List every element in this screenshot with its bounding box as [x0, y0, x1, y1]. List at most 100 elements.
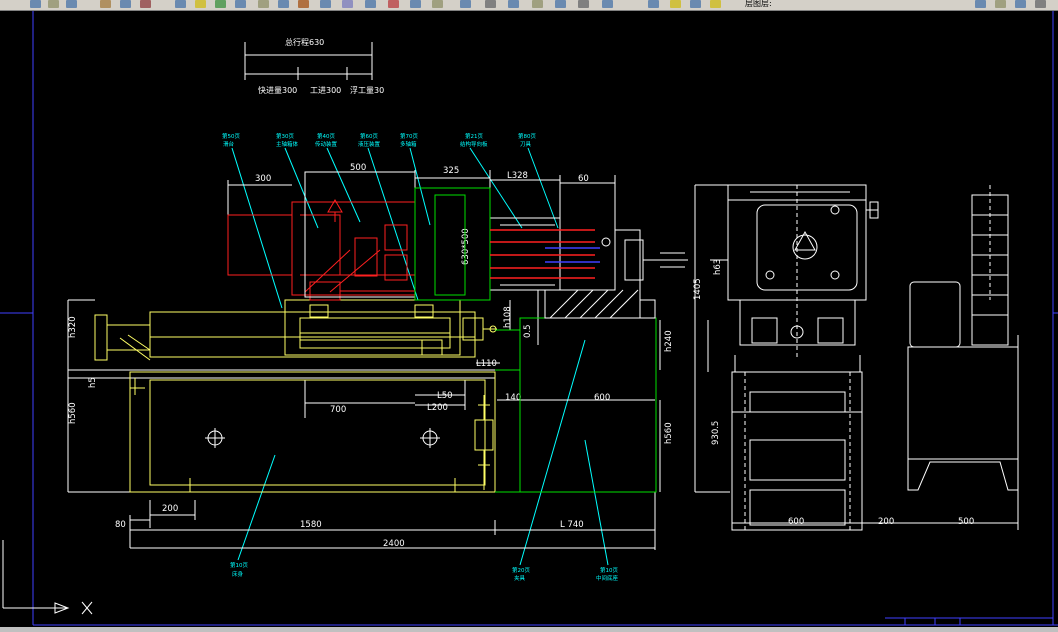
callout-name: 传动装置: [315, 140, 338, 148]
multi-axle-box: [414, 187, 657, 493]
callout-num: 第80页: [518, 132, 536, 140]
dim-h560-left: h560: [68, 402, 78, 424]
callout-num: 第21页: [465, 132, 483, 140]
callout-num: 第20页: [512, 566, 530, 574]
toolbar-tool-icon[interactable]: [175, 0, 186, 8]
toolbar-tool-icon[interactable]: [532, 0, 543, 8]
callout-num: 第30页: [276, 132, 294, 140]
callout-name: 刀具: [520, 141, 532, 148]
toolbar-tool-icon[interactable]: [365, 0, 376, 8]
toolbar-tool-icon[interactable]: [120, 0, 131, 8]
toolbar-tool-icon[interactable]: [975, 0, 986, 8]
dim-930.5: 930.5: [711, 421, 721, 445]
callout-name: 夹具: [514, 574, 526, 582]
dim-h560-right: h560: [664, 422, 674, 444]
toolbar-tool-icon[interactable]: [578, 0, 589, 8]
dim-80: 80: [115, 520, 126, 530]
toolbar-tool-icon[interactable]: [195, 0, 206, 8]
toolbar-tool-icon[interactable]: [1015, 0, 1026, 8]
dim-325: 325: [443, 166, 459, 176]
dim-h63: h63: [713, 259, 723, 275]
dim-600-side: 600: [788, 517, 804, 527]
callout-name: 结构导向板: [460, 140, 488, 148]
toolbar-tool-icon[interactable]: [388, 0, 399, 8]
toolbar-tool-icon[interactable]: [1035, 0, 1046, 8]
power-head: [227, 199, 416, 301]
dim-1405: 1405: [693, 278, 703, 300]
dim-200-side: 200: [878, 517, 894, 527]
reverse-label: 浮工量30: [350, 85, 384, 95]
toolbar-tool-icon[interactable]: [235, 0, 246, 8]
toolbar-tool-icon[interactable]: [410, 0, 421, 8]
callout-num: 第70页: [400, 132, 418, 140]
toolbar-tool-icon[interactable]: [258, 0, 269, 8]
toolbar-tool-icon[interactable]: [48, 0, 59, 8]
dim-h320: h320: [68, 316, 78, 338]
bed-bolt-holes: [205, 428, 440, 448]
callout-num: 第40页: [317, 132, 335, 140]
toolbar-tool-icon[interactable]: [648, 0, 659, 8]
toolbar-tool-icon[interactable]: [508, 0, 519, 8]
toolbar-tool-icon[interactable]: [66, 0, 77, 8]
dim-700: 700: [330, 405, 346, 415]
toolbar-tool-icon[interactable]: [670, 0, 681, 8]
toolbar-tool-icon[interactable]: [342, 0, 353, 8]
callout-name: 床身: [232, 570, 244, 578]
ucs-axis-icon: [2, 540, 93, 615]
hydraulic-station: [907, 194, 1019, 530]
callout-name: 主轴箱体: [276, 140, 299, 148]
toolbar-tool-icon[interactable]: [140, 0, 151, 8]
layer-label: 层图层:: [745, 0, 772, 8]
slide-table: [94, 299, 497, 361]
callout-name: 滑台: [223, 140, 235, 148]
dim-l328: L328: [507, 171, 528, 181]
toolbar-tool-icon[interactable]: [555, 0, 566, 8]
toolbar-tool-icon[interactable]: [278, 0, 289, 8]
toolbar-tool-icon[interactable]: [432, 0, 443, 8]
total-stroke-label: 总行程630: [285, 37, 324, 47]
status-strip: [0, 627, 1058, 632]
callout-num: 第60页: [360, 132, 378, 140]
dim-1580: 1580: [300, 520, 322, 530]
tool-spindles: [490, 229, 595, 279]
toolbar-tool-icon[interactable]: [298, 0, 309, 8]
toolbar-tool-icon[interactable]: [995, 0, 1006, 8]
callout-name: 多轴箱: [400, 140, 417, 148]
stroke-dimension-diagram: [244, 42, 373, 80]
main-view-dimension-texts: 300 500 325 L328 60 h560 h320 h5 L110 h1…: [68, 163, 674, 549]
side-view-centerlines: [744, 185, 991, 530]
toolbar-tool-icon[interactable]: [690, 0, 701, 8]
cad-toolbar: 层图层:: [0, 0, 1058, 11]
work-feed-label: 工进300: [310, 86, 341, 95]
callout-num: 第10页: [230, 561, 248, 569]
callout-num: 第50页: [222, 132, 240, 140]
dim-500-side: 500: [958, 517, 974, 527]
dim-200: 200: [162, 504, 178, 514]
clamp-fixture: [544, 229, 688, 319]
dim-2400: 2400: [383, 539, 405, 549]
toolbar-tool-icon[interactable]: [320, 0, 331, 8]
callout-name: 中间底座: [596, 574, 619, 582]
dim-300: 300: [255, 174, 271, 184]
toolbar-tool-icon[interactable]: [460, 0, 471, 8]
dim-l200: L200: [427, 403, 448, 413]
main-view-dimension-lines: [67, 170, 661, 550]
dim-140: 140: [505, 393, 521, 403]
toolbar-tool-icon[interactable]: [710, 0, 721, 8]
cad-drawing-canvas[interactable]: 总行程630 快进量300 工进300 浮工量30 第50页 滑台 第30页 主…: [0, 11, 1058, 632]
fast-forward-label: 快进量300: [258, 85, 297, 95]
callout-num: 第10页: [600, 566, 618, 574]
toolbar-tool-icon[interactable]: [215, 0, 226, 8]
dim-0.5: 0.5: [523, 324, 533, 338]
dim-l740: L 740: [560, 520, 584, 530]
callout-name: 液压装置: [358, 140, 381, 148]
toolbar-tool-icon[interactable]: [30, 0, 41, 8]
dim-h108: h108: [503, 306, 513, 328]
dim-l110: L110: [476, 359, 497, 369]
toolbar-tool-icon[interactable]: [100, 0, 111, 8]
dim-h5: h5: [88, 377, 98, 388]
toolbar-tool-icon[interactable]: [485, 0, 496, 8]
side-view: [694, 184, 1018, 531]
toolbar-tool-icon[interactable]: [602, 0, 613, 8]
box-size-label: 630*500: [461, 228, 471, 265]
